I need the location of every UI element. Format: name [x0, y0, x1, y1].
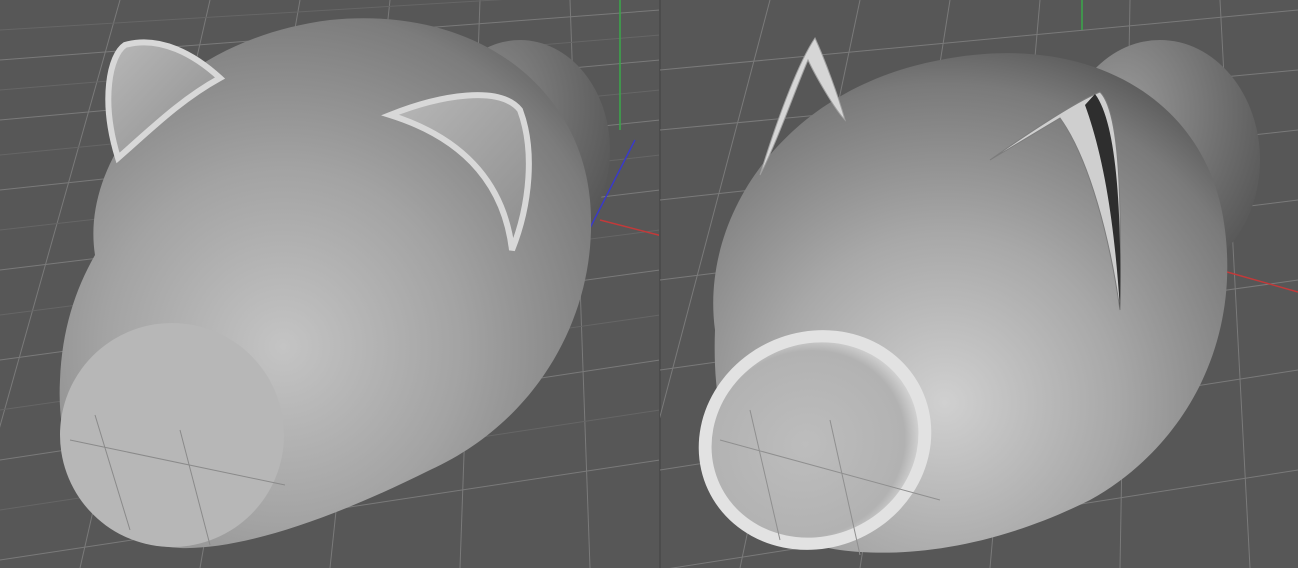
viewport-left-canvas[interactable] [0, 0, 660, 568]
viewport-right-canvas[interactable] [660, 0, 1298, 568]
viewport-right[interactable] [660, 0, 1298, 568]
x-axis-line-right [1219, 269, 1298, 293]
3d-modeling-workspace [0, 0, 1298, 568]
viewport-left[interactable] [0, 0, 660, 568]
x-axis-line [599, 219, 660, 237]
